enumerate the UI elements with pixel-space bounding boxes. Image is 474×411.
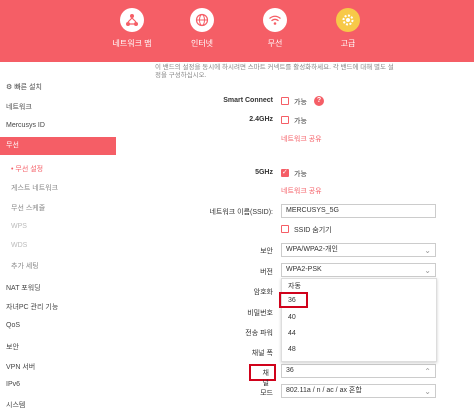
- mode-label: 모드: [260, 390, 273, 397]
- sidebar-item-wireless-settings[interactable]: • 무선 설정: [0, 164, 116, 174]
- mode-select[interactable]: 802.11a / n / ac / ax 혼합 ⌄: [281, 384, 436, 398]
- sidebar-item-security[interactable]: 보안: [0, 342, 116, 352]
- sidebar-item-additional-settings[interactable]: 추가 세팅: [0, 261, 116, 271]
- sidebar-item-nat-forwarding[interactable]: NAT 포워딩: [0, 283, 116, 293]
- hide-ssid-checkbox[interactable]: [281, 225, 289, 233]
- version-value: WPA2-PSK: [286, 266, 322, 273]
- channel-option-48[interactable]: 48: [288, 346, 296, 353]
- quick-setup-icon: ⚙: [6, 84, 13, 91]
- sidebar-item-guest-network[interactable]: 게스트 네트워크: [0, 183, 116, 193]
- wifi-icon: [263, 8, 287, 32]
- band-24ghz-share-link[interactable]: 네트워크 공유: [281, 134, 322, 144]
- channel-value: 36: [286, 367, 294, 374]
- mode-value: 802.11a / n / ac / ax 혼합: [286, 387, 362, 394]
- channel-select[interactable]: 36 ⌃: [281, 364, 436, 378]
- sidebar: ⚙ 빠른 설치 네트워크 Mercusys ID 무선 • 무선 설정 게스트 …: [0, 74, 116, 411]
- sidebar-item-ipv6[interactable]: IPv6: [0, 381, 116, 388]
- sidebar-item-qos[interactable]: QoS: [0, 322, 116, 329]
- band-5ghz-enable-label: 가능: [294, 171, 307, 178]
- channel-option-44[interactable]: 44: [288, 330, 296, 337]
- tx-power-label: 전송 파워: [245, 330, 273, 337]
- version-select[interactable]: WPA2-PSK ⌄: [281, 263, 436, 277]
- sidebar-item-label: 빠른 설치: [14, 84, 42, 91]
- channel-dropdown-list: 자동 36 40 44 48: [281, 278, 437, 362]
- security-value: WPA/WPA2-개인: [286, 246, 338, 253]
- sidebar-item-wireless-schedule[interactable]: 무선 스케쥴: [0, 203, 116, 213]
- smart-connect-enable-label: 가능: [294, 99, 307, 106]
- nav-label: 인터넷: [190, 39, 214, 48]
- sidebar-item-system[interactable]: 시스템: [0, 400, 116, 410]
- nav-label: 네트워크 맵: [112, 39, 152, 48]
- channel-option-40[interactable]: 40: [288, 314, 296, 321]
- hide-ssid-label: SSID 숨기기: [294, 227, 332, 234]
- chevron-down-icon: ⌄: [424, 266, 431, 275]
- security-select[interactable]: WPA/WPA2-개인 ⌄: [281, 243, 436, 257]
- help-icon[interactable]: ?: [314, 96, 324, 106]
- nav-wireless[interactable]: 무선: [245, 8, 305, 49]
- sidebar-item-wireless[interactable]: 무선: [0, 137, 116, 155]
- chevron-down-icon: ⌄: [424, 246, 431, 255]
- network-map-icon: [120, 8, 144, 32]
- ssid-input[interactable]: MERCUSYS_5G: [281, 204, 436, 218]
- nav-internet[interactable]: 인터넷: [172, 8, 232, 49]
- band-24ghz-enable-label: 가능: [294, 118, 307, 125]
- channel-label: 채널: [262, 370, 269, 387]
- globe-icon: [190, 8, 214, 32]
- sidebar-item-parental-controls[interactable]: 자녀PC 관리 기능: [0, 302, 116, 312]
- nav-label: 고급: [340, 39, 356, 48]
- nav-label: 무선: [267, 39, 283, 48]
- gear-icon: [336, 8, 360, 32]
- band-5ghz-checkbox[interactable]: [281, 168, 289, 177]
- ssid-label: 네트워크 이름(SSID):: [209, 209, 273, 216]
- description-line-2: 정을 구성하십시오.: [155, 72, 207, 79]
- security-label: 보안: [260, 248, 273, 255]
- sidebar-item-wps[interactable]: WPS: [0, 223, 116, 230]
- band-5ghz-share-link[interactable]: 네트워크 공유: [281, 186, 322, 196]
- top-navigation-bar: 네트워크 맵 인터넷 무선 고급: [0, 0, 474, 62]
- sidebar-item-wds[interactable]: WDS: [0, 242, 116, 249]
- nav-advanced[interactable]: 고급: [318, 8, 378, 49]
- band-5ghz-label: 5GHz: [255, 169, 273, 176]
- sidebar-item-mercusys-id[interactable]: Mercusys ID: [0, 122, 116, 129]
- smart-connect-checkbox[interactable]: [281, 97, 289, 105]
- channel-option-highlight-box: [279, 292, 308, 308]
- nav-network-map[interactable]: 네트워크 맵: [102, 8, 162, 49]
- sidebar-item-network[interactable]: 네트워크: [0, 102, 116, 112]
- channel-width-label: 채널 폭: [251, 350, 273, 357]
- smart-connect-label: Smart Connect: [223, 97, 273, 104]
- password-label: 비밀번호: [247, 310, 273, 317]
- chevron-up-icon: ⌃: [424, 367, 431, 376]
- sidebar-item-vpn-server[interactable]: VPN 서버: [0, 362, 116, 372]
- channel-option-auto[interactable]: 자동: [288, 281, 301, 291]
- chevron-down-icon: ⌄: [424, 387, 431, 396]
- sidebar-item-quick-setup[interactable]: ⚙ 빠른 설치: [0, 82, 116, 92]
- version-label: 버전: [260, 269, 273, 276]
- encryption-label: 암호화: [253, 289, 273, 296]
- band-24ghz-checkbox[interactable]: [281, 116, 289, 124]
- band-24ghz-label: 2.4GHz: [249, 116, 273, 123]
